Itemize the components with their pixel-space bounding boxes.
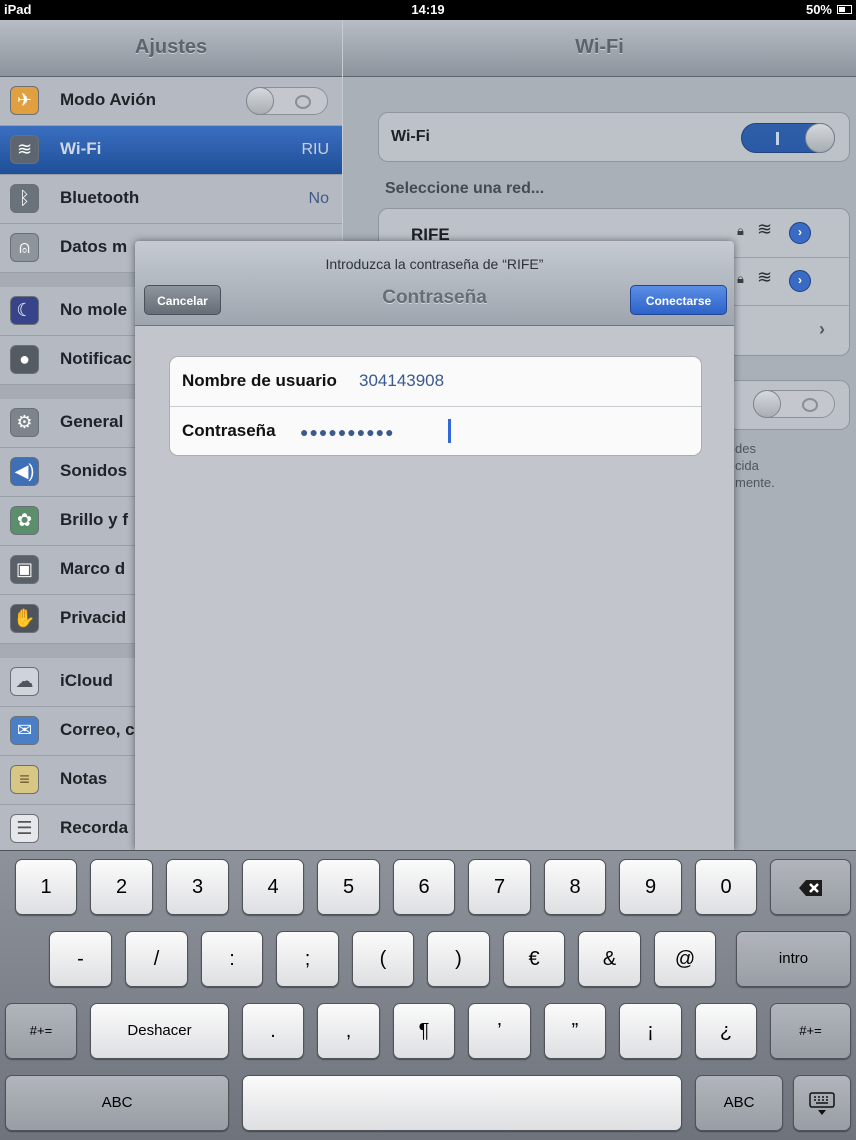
connect-button[interactable]: Conectarse [630,285,727,315]
key-comma[interactable]: , [317,1003,380,1059]
key-inverted-exclamation[interactable]: ¡ [619,1003,682,1059]
symbols-key-right[interactable]: #+= [770,1003,851,1059]
key-1[interactable]: 1 [15,859,77,915]
username-label: Nombre de usuario [182,371,337,390]
key-pilcrow[interactable]: ¶ [393,1003,455,1059]
sheet-navbar: Introduzca la contraseña de “RIFE” Contr… [135,241,734,326]
key-colon[interactable]: : [201,931,263,987]
return-key[interactable]: intro [736,931,851,987]
keyboard: 1 2 3 4 5 6 7 8 9 0 - / : ; ( ) € & @ in… [0,850,856,1140]
key-apostrophe[interactable]: ’ [468,1003,531,1059]
clock: 14:19 [411,2,445,17]
key-open-paren[interactable]: ( [352,931,414,987]
password-mask: ●●●●●●●●●● [300,424,395,440]
key-2[interactable]: 2 [90,859,153,915]
battery-icon [837,5,852,14]
sheet-prompt: Introduzca la contraseña de “RIFE” [325,256,544,272]
abc-key-left[interactable]: ABC [5,1075,229,1131]
key-close-paren[interactable]: ) [427,931,490,987]
status-bar: iPad 14:19 50% [0,0,856,20]
password-field[interactable]: Contraseña ●●●●●●●●●● [170,406,701,455]
credentials-form: Nombre de usuario 304143908 Contraseña ●… [169,356,702,456]
key-0[interactable]: 0 [695,859,757,915]
device-name: iPad [4,2,32,17]
password-label: Contraseña [182,421,276,440]
username-value: 304143908 [359,371,445,390]
key-inverted-question[interactable]: ¿ [695,1003,757,1059]
undo-key[interactable]: Deshacer [90,1003,229,1059]
key-euro[interactable]: € [503,931,565,987]
space-key[interactable] [242,1075,682,1131]
key-5[interactable]: 5 [317,859,380,915]
cancel-button[interactable]: Cancelar [144,285,221,315]
key-7[interactable]: 7 [468,859,531,915]
keyboard-dismiss-icon [809,1091,835,1115]
key-4[interactable]: 4 [242,859,304,915]
abc-key-right[interactable]: ABC [695,1075,783,1131]
username-field[interactable]: Nombre de usuario 304143908 [170,357,701,405]
key-ampersand[interactable]: & [578,931,641,987]
key-3[interactable]: 3 [166,859,229,915]
battery-percent: 50% [805,2,832,17]
key-6[interactable]: 6 [393,859,455,915]
key-at[interactable]: @ [654,931,716,987]
key-hyphen[interactable]: - [49,931,112,987]
symbols-key-left[interactable]: #+= [5,1003,77,1059]
password-sheet: Introduzca la contraseña de “RIFE” Contr… [135,241,734,850]
key-semicolon[interactable]: ; [276,931,339,987]
key-slash[interactable]: / [125,931,188,987]
hide-keyboard-key[interactable] [793,1075,851,1131]
key-quote[interactable]: ” [544,1003,606,1059]
key-9[interactable]: 9 [619,859,682,915]
text-caret [448,419,451,443]
key-8[interactable]: 8 [544,859,606,915]
backspace-key[interactable] [770,859,851,915]
backspace-icon [798,879,822,896]
key-period[interactable]: . [242,1003,304,1059]
